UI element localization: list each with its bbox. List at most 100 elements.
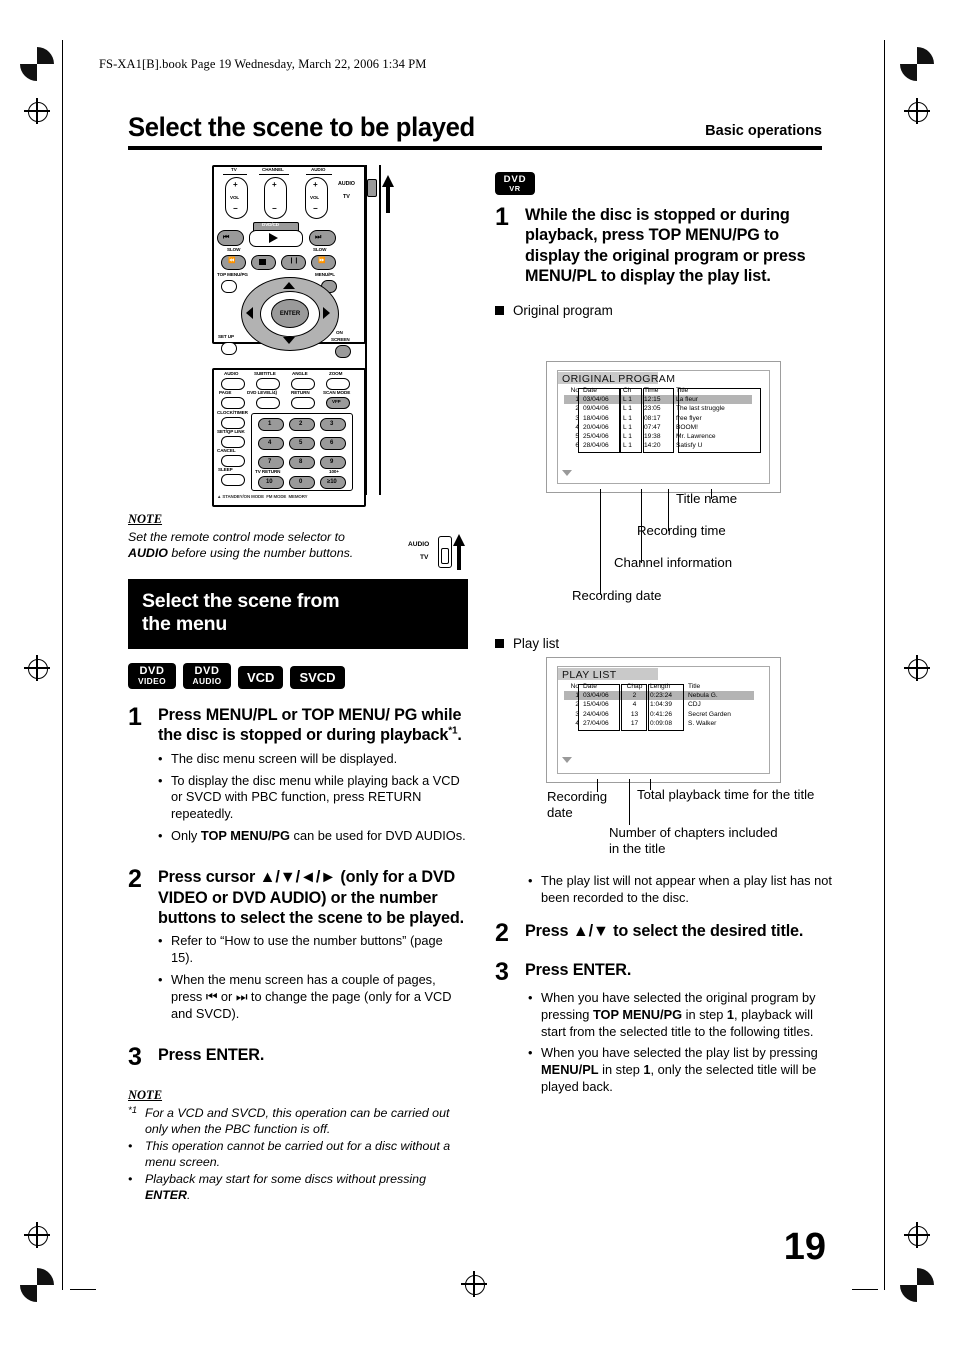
leader-line-pl-num-chapters: [629, 779, 630, 825]
subtitle-button[interactable]: [256, 378, 280, 390]
scroll-down-icon[interactable]: [562, 470, 572, 476]
page-title: Select the scene to be played: [128, 112, 475, 142]
original-program-title: ORIGINAL PROGRAM: [562, 373, 676, 385]
left-step-1: 1 Press MENU/PL or TOP MENU/ PG while th…: [128, 702, 468, 746]
bullet-text-bold-mixed: When you have selected the play list by …: [541, 1045, 818, 1095]
clock-timer-button[interactable]: [221, 417, 245, 429]
dvd-level-button[interactable]: [256, 397, 280, 409]
trim-line-left: [62, 40, 64, 1290]
badge-svcd: SVCD: [290, 665, 345, 689]
note-bottom-heading: NOTE: [128, 1087, 163, 1102]
skip-back-icon: ⏮: [223, 234, 230, 241]
fast-forward-icon: ⏩: [318, 258, 326, 264]
remote-label-audio-btn: AUDIO: [224, 371, 239, 376]
stop-icon: [259, 259, 266, 265]
sleep-button[interactable]: [221, 474, 245, 486]
remote-label-cancel: CANCEL: [217, 448, 236, 453]
remote-plus-left: +: [233, 180, 238, 189]
left-step-1-text-b: .: [457, 726, 462, 745]
note-top-heading: NOTE: [128, 512, 163, 526]
right-step-2: 2 Press ▲/▼ to select the desired title.: [495, 920, 835, 946]
zoom-button[interactable]: [326, 378, 350, 390]
angle-button[interactable]: [291, 378, 315, 390]
cell-title: S. Walker: [688, 719, 717, 727]
bullet-text: The play list will not appear when a pla…: [541, 873, 832, 905]
crop-mark-right-top: [904, 98, 930, 124]
mode-selector-arrow-icon: [381, 175, 395, 218]
highlight-frame-time: [643, 388, 674, 453]
play-list-screen: PLAY LIST No Date Chap Length Title 1 03…: [546, 657, 781, 783]
remote-label-on-screen: ON: [336, 330, 343, 335]
remote-label-subtitle: SUBTITLE: [254, 371, 276, 376]
skip-back-button[interactable]: [217, 230, 244, 246]
footnote-marker: *1: [128, 1104, 138, 1116]
cell-title: Secret Garden: [688, 710, 731, 718]
bullet-dot: •: [528, 989, 533, 1005]
cursor-dpad[interactable]: ENTER: [241, 277, 339, 351]
right-step-3: 3 Press ENTER.: [495, 959, 835, 985]
left-step-2-text: Press cursor ▲/▼/◄/► (only for a DVD VID…: [158, 868, 464, 927]
right-step-3-text: Press ENTER.: [525, 960, 632, 979]
crop-mark-right-bottom: [904, 1222, 930, 1248]
badge-dvd-audio: DVD AUDIO: [183, 662, 231, 689]
key-9-label: 9: [330, 459, 334, 465]
list-item: • The disc menu screen will be displayed.: [158, 751, 468, 768]
page-button[interactable]: [221, 397, 245, 409]
callout-pl-total-playback-text: Total playback time for the title: [637, 787, 815, 802]
remote-label-on-screen2: SCREEN: [331, 337, 350, 342]
remote-control-illustration: TV CHANNEL AUDIO + VOL − + − + VOL − AUD…: [205, 165, 394, 510]
square-bullet-icon: [495, 305, 504, 315]
book-info-header: FS-XA1[B].book Page 19 Wednesday, March …: [99, 57, 427, 71]
pause-icon: ❙❙: [289, 258, 299, 264]
highlight-frame-ch: [620, 388, 642, 453]
set-up-button[interactable]: [221, 342, 237, 355]
bullet-dot: •: [158, 828, 163, 844]
right-step-1-number: 1: [495, 203, 509, 231]
skip-forward-button[interactable]: [309, 230, 336, 246]
registration-mark-top-right: [900, 47, 934, 81]
remote-label-set-qp-link: SET/QP LINK: [217, 429, 245, 434]
page-number: 19: [783, 1226, 826, 1268]
remote-label-vfp: VFP: [332, 399, 341, 404]
bullet-text: When the menu screen has a couple of pag…: [171, 972, 452, 1021]
original-program-screen: ORIGINAL PROGRAM No Date Ch Time Title 1…: [546, 361, 781, 493]
cancel-button[interactable]: [221, 455, 245, 467]
callout-recording-date: Recording date: [572, 588, 662, 603]
section-heading-line2: the menu: [142, 613, 228, 636]
bullet-dot: •: [528, 1045, 533, 1061]
mode-selector-switch[interactable]: [367, 179, 377, 197]
callout-pl-recording-date-text: Recording date: [547, 789, 608, 820]
scroll-down-icon[interactable]: [562, 757, 572, 763]
right-step-1: 1 While the disc is stopped or during pl…: [495, 205, 835, 287]
note-top-line2-rest: before using the number buttons.: [167, 546, 354, 561]
remote-label-audio: AUDIO: [311, 167, 326, 172]
skip-forward-icon: ⏭: [315, 234, 322, 241]
left-step-1-bullets: • The disc menu screen will be displayed.…: [158, 751, 468, 845]
return-button[interactable]: [291, 397, 315, 409]
remote-minus-channel: −: [272, 204, 277, 213]
bullet-dot: •: [128, 1139, 133, 1154]
left-step-3-text: Press ENTER.: [158, 1045, 265, 1064]
remote-label-return: RETURN: [291, 390, 310, 395]
on-screen-button[interactable]: [335, 345, 351, 358]
cursor-up-icon: [283, 282, 295, 289]
left-step-1-number: 1: [128, 702, 142, 731]
right-playlist-bullets: • The play list will not appear when a pl…: [528, 873, 835, 907]
bullet-dot: •: [128, 1172, 133, 1187]
remote-label-mode-tv: TV: [343, 194, 350, 200]
right-step-3-bullets: • When you have selected the original pro…: [528, 990, 835, 1096]
enter-button[interactable]: ENTER: [271, 299, 309, 328]
list-item: • Only TOP MENU/PG can be used for DVD AU…: [158, 828, 468, 845]
callout-recording-time: Recording time: [637, 523, 726, 538]
highlight-frame-length: [648, 684, 684, 731]
subsection-play-list: Play list: [495, 636, 559, 651]
top-menu-pg-button[interactable]: [221, 280, 237, 293]
set-qp-link-button[interactable]: [221, 436, 245, 448]
remote-label-vol-left: VOL: [230, 195, 240, 200]
bullet-dot: •: [158, 933, 163, 949]
bullet-dot: •: [528, 873, 533, 888]
audio-button[interactable]: [221, 378, 245, 390]
left-step-1-text: Press MENU/PL or TOP MENU/ PG while the …: [158, 705, 468, 746]
left-step-3: 3 Press ENTER.: [128, 1044, 468, 1070]
footnote-text: This operation cannot be carried out for…: [145, 1139, 451, 1170]
